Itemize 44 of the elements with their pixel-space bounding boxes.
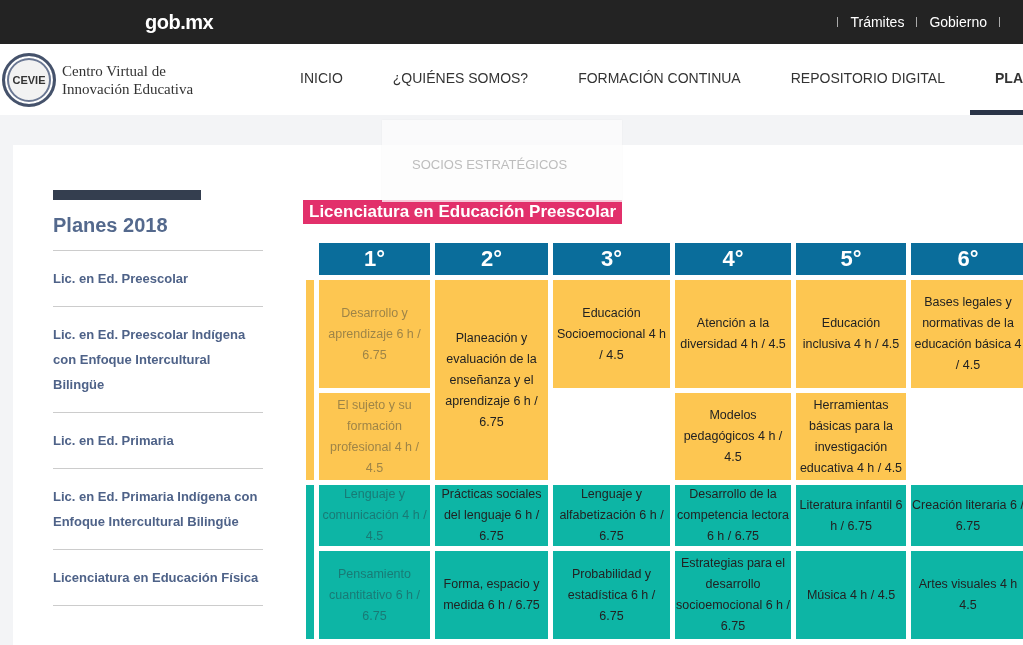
table-cell: Prácticas sociales del lenguaje 6 h / 6.75 xyxy=(435,485,548,546)
nav-tab[interactable]: REPOSITORIO DIGITAL xyxy=(765,44,970,115)
table-cell: Forma, espacio y medida 6 h / 6.75 xyxy=(435,551,548,639)
nav-tab[interactable]: ¿QUIÉNES SOMOS? xyxy=(367,44,554,115)
table-cell: Música 4 h / 4.5 xyxy=(796,551,906,639)
nav-tab[interactable]: PLA xyxy=(970,44,1023,115)
table-cell: Desarrollo de la competencia lectora 6 h / 6.75 xyxy=(675,485,791,546)
table-cell: Creación literaria 6 / 6.75 xyxy=(911,485,1023,546)
sidebar-link[interactable]: Licenciatura en Educación Física xyxy=(53,550,263,606)
table-cell: Herramientas básicas para la investigación educativa 4 h / 4.5 xyxy=(796,393,906,480)
nav-tab[interactable]: INICIO xyxy=(275,44,368,115)
site-logo[interactable]: gob.mx xyxy=(145,10,214,34)
nav-tab[interactable]: FORMACIÓN CONTINUA xyxy=(553,44,766,115)
table-cell: Bases legales y normativas de la educación básica 4 / 4.5 xyxy=(911,280,1023,388)
column-header: 5° xyxy=(796,243,906,275)
table-cell: Literatura infantil 6 h / 6.75 xyxy=(796,485,906,546)
table-cell: El sujeto y su formación profesional 4 h / 4.5 xyxy=(319,393,430,480)
top-link[interactable]: Trámites xyxy=(850,14,905,30)
plan-title: Licenciatura en Educación Preescolar xyxy=(303,200,623,224)
table-cell: Probabilidad y estadística 6 h / 6.75 xyxy=(553,551,670,639)
sidebar-link[interactable]: Lic. en Ed. Preescolar Indígena con Enfoque Intercultural Bilingüe xyxy=(53,307,263,413)
logo-badge[interactable]: CEVIE xyxy=(2,52,56,107)
sidebar-link[interactable]: Lic. en Ed. Preescolar xyxy=(53,251,263,307)
table-cell: Artes visuales 4 h 4.5 xyxy=(911,551,1023,639)
table-cell: Estrategias para el desarrollo socioemocional 6 h / 6.75 xyxy=(675,551,791,639)
column-header: 6° xyxy=(911,243,1023,275)
table-cell: Modelos pedagógicos 4 h / 4.5 xyxy=(675,393,791,480)
top-link[interactable]: Gobierno xyxy=(929,14,987,30)
table-cell: Planeación y evaluación de la enseñanza y el aprendizaje 6 h / 6.75 xyxy=(435,280,548,480)
logo-text: Centro Virtual de Innovación Educativa xyxy=(62,61,194,98)
sidebar-link[interactable]: Lic. en Ed. Primaria xyxy=(53,413,263,469)
table-cell: Desarrollo y aprendizaje 6 h / 6.75 xyxy=(319,280,430,388)
sidebar-title: Planes 2018 xyxy=(53,214,263,251)
table-cell: Educación Socioemocional 4 h / 4.5 xyxy=(553,280,670,388)
column-header: 3° xyxy=(553,243,670,275)
table-cell: Educación inclusiva 4 h / 4.5 xyxy=(796,280,906,388)
column-header: 4° xyxy=(675,243,791,275)
column-header: 2° xyxy=(435,243,548,275)
table-cell: Lenguaje y comunicación 4 h / 4.5 xyxy=(319,485,430,546)
table-cell: Atención a la diversidad 4 h / 4.5 xyxy=(675,280,791,388)
table-cell: Lenguaje y alfabetización 6 h / 6.75 xyxy=(553,485,670,546)
column-header: 1° xyxy=(319,243,430,275)
table-cell: Pensamiento cuantitativo 6 h / 6.75 xyxy=(319,551,430,639)
sidebar-link[interactable]: Lic. en Ed. Primaria Indígena con Enfoque Intercultural Bilingüe xyxy=(53,469,263,550)
